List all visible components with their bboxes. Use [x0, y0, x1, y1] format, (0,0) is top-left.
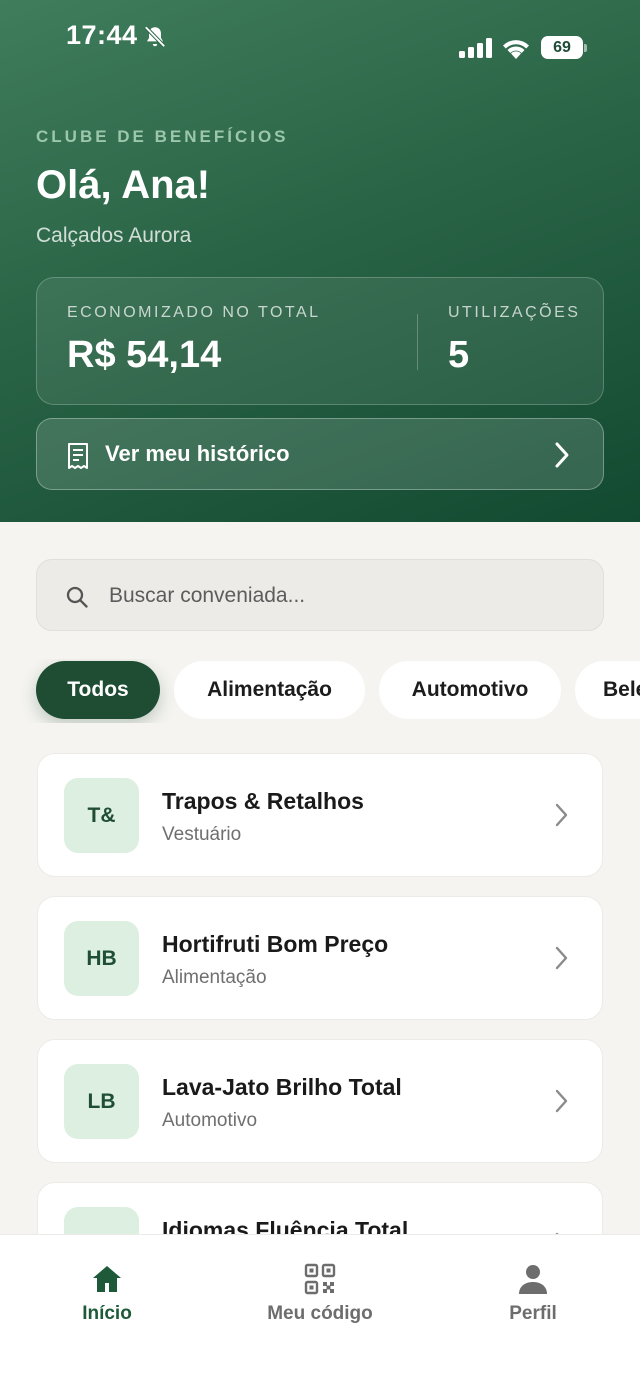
battery-tip [584, 44, 587, 52]
partner-name: Idiomas Fluência Total [162, 1217, 409, 1234]
partner-avatar: T& [64, 778, 139, 853]
saved-total-label: ECONOMIZADO NO TOTAL [67, 304, 321, 321]
chip-automotivo[interactable]: Automotivo [379, 661, 561, 719]
search-bar [36, 559, 604, 631]
chip-alimentacao[interactable]: Alimentação [174, 661, 365, 719]
view-history-button[interactable]: Ver meu histórico [36, 418, 604, 490]
wifi-icon [503, 40, 529, 59]
partner-card[interactable]: LB Lava-Jato Brilho Total Automotivo [37, 1039, 603, 1163]
qr-code-icon [304, 1263, 336, 1295]
partner-list: T& Trapos & Retalhos Vestuário HB Hortif… [0, 752, 640, 1234]
partner-avatar [64, 1207, 139, 1234]
header: 17:44 69 CLUBE DE BENEFÍCIOS Olá, Ana! C… [0, 0, 640, 522]
greeting-title: Olá, Ana! [36, 163, 211, 207]
user-icon [519, 1265, 547, 1294]
battery-level: 69 [541, 36, 583, 59]
category-filters: Todos Alimentação Automotivo Bele [0, 659, 640, 723]
partner-category: Alimentação [162, 967, 267, 988]
chevron-right-icon [555, 442, 569, 468]
tab-label: Perfil [509, 1303, 557, 1324]
cellular-signal-icon [459, 38, 492, 58]
partner-card[interactable]: HB Hortifruti Bom Preço Alimentação [37, 896, 603, 1020]
partner-avatar: HB [64, 921, 139, 996]
company-name: Calçados Aurora [36, 224, 192, 247]
partner-card[interactable]: Idiomas Fluência Total [37, 1182, 603, 1234]
receipt-icon [68, 443, 88, 469]
chevron-right-icon [555, 1089, 568, 1113]
club-label: CLUBE DE BENEFÍCIOS [36, 127, 289, 146]
bell-slash-icon [144, 25, 166, 48]
chip-todos[interactable]: Todos [36, 661, 160, 719]
chevron-right-icon [555, 803, 568, 827]
tab-meu-codigo[interactable]: Meu código [213, 1235, 427, 1345]
partner-card[interactable]: T& Trapos & Retalhos Vestuário [37, 753, 603, 877]
tab-label: Meu código [267, 1303, 373, 1324]
partner-avatar: LB [64, 1064, 139, 1139]
bottom-tab-bar: Início Meu código Perfil [0, 1234, 640, 1387]
partner-category: Automotivo [162, 1110, 258, 1131]
partner-name: Hortifruti Bom Preço [162, 931, 389, 957]
view-history-label: Ver meu histórico [105, 441, 290, 466]
partner-category: Vestuário [162, 824, 242, 845]
status-bar: 17:44 69 [0, 0, 640, 80]
tab-inicio[interactable]: Início [0, 1235, 214, 1345]
saved-total-value: R$ 54,14 [67, 334, 222, 376]
home-icon [93, 1266, 121, 1292]
tab-label: Início [82, 1303, 132, 1324]
partner-name: Trapos & Retalhos [162, 788, 364, 814]
search-input[interactable] [109, 576, 579, 616]
battery-icon: 69 [541, 36, 589, 60]
tab-perfil[interactable]: Perfil [426, 1235, 640, 1345]
chevron-right-icon [555, 946, 568, 970]
partner-name: Lava-Jato Brilho Total [162, 1074, 402, 1100]
uses-value: 5 [448, 334, 470, 376]
savings-stats-card: ECONOMIZADO NO TOTAL R$ 54,14 UTILIZAÇÕE… [36, 277, 604, 405]
status-time: 17:44 [66, 20, 138, 50]
stats-divider [417, 314, 418, 370]
chip-beleza[interactable]: Bele [575, 661, 640, 719]
search-icon [66, 586, 88, 608]
uses-label: UTILIZAÇÕES [448, 304, 581, 321]
